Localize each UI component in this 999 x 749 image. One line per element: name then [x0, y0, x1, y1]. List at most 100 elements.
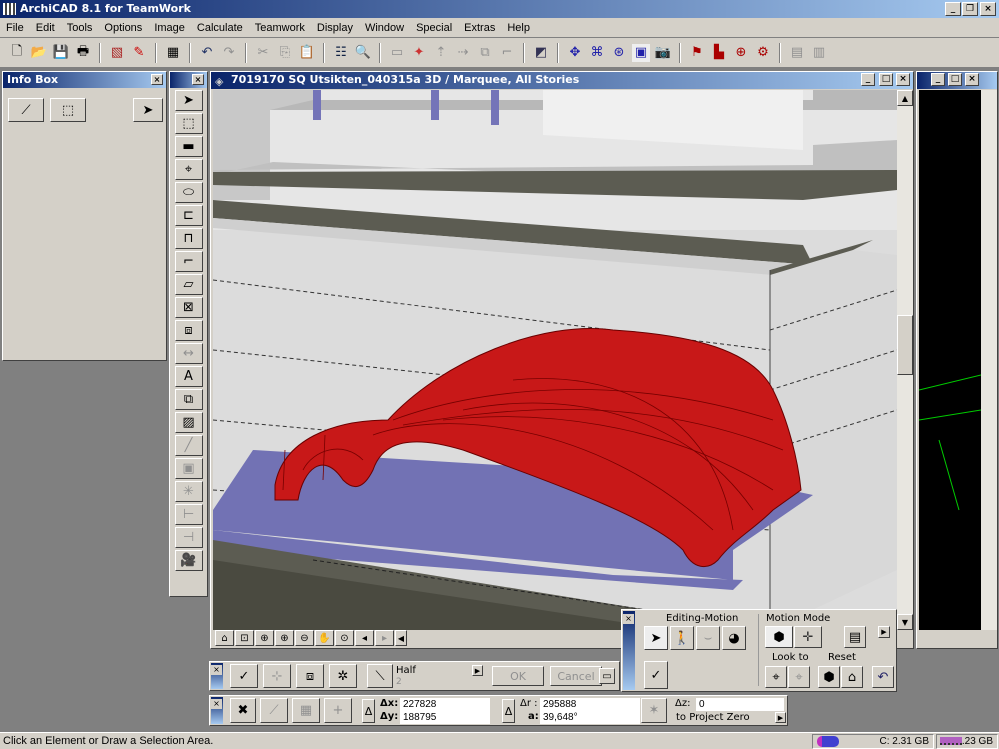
wall-tool[interactable]: ▬: [174, 136, 203, 157]
window-tool[interactable]: ⊏: [174, 205, 203, 226]
scroll-left-button[interactable]: ◀: [395, 630, 407, 646]
group-icon[interactable]: ▭: [388, 44, 406, 62]
3d-viewport[interactable]: [213, 90, 897, 630]
grid-button[interactable]: ▦: [292, 698, 320, 723]
close-icon[interactable]: ×: [192, 74, 204, 85]
beam-tool[interactable]: ⬭: [174, 182, 203, 203]
menu-edit[interactable]: Edit: [30, 22, 61, 34]
teamwork-icon[interactable]: ▦: [164, 44, 182, 62]
menu-special[interactable]: Special: [410, 22, 458, 34]
settings-icon[interactable]: ⚙: [754, 44, 772, 62]
next-zoom-icon[interactable]: ▸: [375, 630, 394, 646]
minimize-button[interactable]: _: [861, 73, 875, 86]
save-icon[interactable]: 💾: [52, 44, 70, 62]
snap-guide-button[interactable]: ⟋: [260, 698, 288, 723]
line-type-menu-arrow[interactable]: ▶: [472, 665, 483, 676]
close-button[interactable]: ×: [980, 2, 996, 16]
dx-field[interactable]: 227828: [400, 698, 490, 711]
navigator-menu-arrow[interactable]: ▶: [878, 626, 890, 638]
fill-tool[interactable]: ▨: [174, 412, 203, 433]
door-tool[interactable]: ⊓: [174, 228, 203, 249]
3d-window-icon[interactable]: ▣: [632, 43, 650, 62]
cursor-snap-button[interactable]: +: [324, 698, 352, 723]
zoom-in-icon[interactable]: ⊕: [275, 630, 294, 646]
copy-icon[interactable]: ⎘: [276, 44, 294, 62]
paste-icon[interactable]: 📋: [298, 44, 316, 62]
scroll-up-button[interactable]: ▲: [897, 90, 913, 106]
orbit-mode-button[interactable]: ◕: [722, 626, 746, 650]
reset-home-button[interactable]: ⌂: [841, 666, 863, 688]
menu-calculate[interactable]: Calculate: [191, 22, 249, 34]
photo-icon[interactable]: 📷: [654, 44, 672, 62]
look-to-center-button[interactable]: ⌖: [765, 666, 787, 688]
close-icon[interactable]: ×: [623, 614, 634, 624]
fit-window-icon[interactable]: ⊙: [335, 630, 354, 646]
mesh-tool[interactable]: ⧈: [174, 320, 203, 341]
cut-icon[interactable]: ✂: [254, 44, 272, 62]
arrow-tool-button[interactable]: ➤: [133, 98, 163, 122]
menu-help[interactable]: Help: [501, 22, 536, 34]
label-tool[interactable]: ⧉: [174, 389, 203, 410]
user-origin-button[interactable]: ✶: [641, 698, 667, 723]
pan-hand-icon[interactable]: ✋: [315, 630, 334, 646]
section-tool[interactable]: ⊢: [174, 504, 203, 525]
close-button[interactable]: ×: [965, 73, 979, 86]
line-tool[interactable]: ╱: [174, 435, 203, 456]
undo-icon[interactable]: ↶: [198, 44, 216, 62]
camera-motion-button[interactable]: ▤: [844, 626, 866, 648]
hotspot-tool[interactable]: ✳: [174, 481, 203, 502]
navigator-icon[interactable]: ✥: [566, 44, 584, 62]
print-icon[interactable]: 🖶: [74, 44, 92, 62]
menu-extras[interactable]: Extras: [458, 22, 501, 34]
elevation-tool[interactable]: ⊣: [174, 527, 203, 548]
close-icon[interactable]: ×: [211, 665, 222, 675]
corner-icon[interactable]: ⌐: [498, 44, 516, 62]
new-icon[interactable]: 🗋: [8, 44, 26, 62]
marquee-method-button[interactable]: ⬚: [50, 98, 86, 122]
menu-window[interactable]: Window: [359, 22, 410, 34]
stair-tool[interactable]: ⌐: [174, 251, 203, 272]
vertical-scrollbar[interactable]: ▲ ▼: [897, 90, 913, 630]
angle-field[interactable]: 39,648°: [540, 711, 640, 724]
text-tool[interactable]: A: [174, 366, 203, 387]
marquee-tool[interactable]: ⬚: [174, 113, 203, 134]
window-icon[interactable]: ▤: [788, 44, 806, 62]
menu-teamwork[interactable]: Teamwork: [249, 22, 311, 34]
minimize-button[interactable]: _: [945, 2, 961, 16]
find-icon[interactable]: 🔍: [354, 44, 372, 62]
zoom-out-icon[interactable]: ⊖: [295, 630, 314, 646]
gravity-button[interactable]: ✓: [230, 664, 258, 688]
look-to-target-button[interactable]: ⌖: [788, 666, 810, 688]
scroll-thumb[interactable]: [897, 315, 913, 375]
line-type-button[interactable]: ⟍: [367, 664, 393, 688]
relative-xy-toggle[interactable]: Δ: [362, 699, 375, 723]
cancel-button[interactable]: Cancel: [550, 666, 602, 686]
relative-polar-toggle[interactable]: Δ: [502, 699, 515, 723]
z-reference-menu-arrow[interactable]: ▶: [775, 712, 786, 723]
menu-file[interactable]: File: [0, 22, 30, 34]
maximize-button[interactable]: □: [879, 73, 893, 86]
grid-snap-button[interactable]: ⧈: [296, 664, 324, 688]
undo-view-button[interactable]: ↶: [872, 666, 894, 688]
arrow-tool[interactable]: ➤: [174, 90, 203, 111]
open-icon[interactable]: 📂: [30, 44, 48, 62]
expand-button[interactable]: ▭: [599, 668, 615, 684]
ok-button[interactable]: OK: [492, 666, 544, 686]
dz-field[interactable]: 0: [696, 698, 784, 711]
restore-button[interactable]: ❐: [962, 2, 978, 16]
zoom-icon[interactable]: ⊕: [732, 44, 750, 62]
camera-icon[interactable]: ⌘: [588, 44, 606, 62]
layers-icon[interactable]: ☷: [332, 44, 350, 62]
trim-icon[interactable]: ✦: [410, 44, 428, 62]
drag-icon[interactable]: ⇢: [454, 44, 472, 62]
camera-tool[interactable]: 🎥: [174, 550, 203, 571]
maximize-button[interactable]: □: [948, 73, 962, 86]
mode-toggle-button[interactable]: ✓: [644, 661, 668, 689]
previous-zoom-icon[interactable]: ◂: [355, 630, 374, 646]
3d-view-icon[interactable]: ◩: [532, 44, 550, 62]
home-view-icon[interactable]: ⌂: [215, 630, 234, 646]
menu-display[interactable]: Display: [311, 22, 359, 34]
close-icon[interactable]: ×: [151, 74, 163, 85]
menu-options[interactable]: Options: [98, 22, 148, 34]
zoom-plusminus-icon[interactable]: ⊕: [255, 630, 274, 646]
